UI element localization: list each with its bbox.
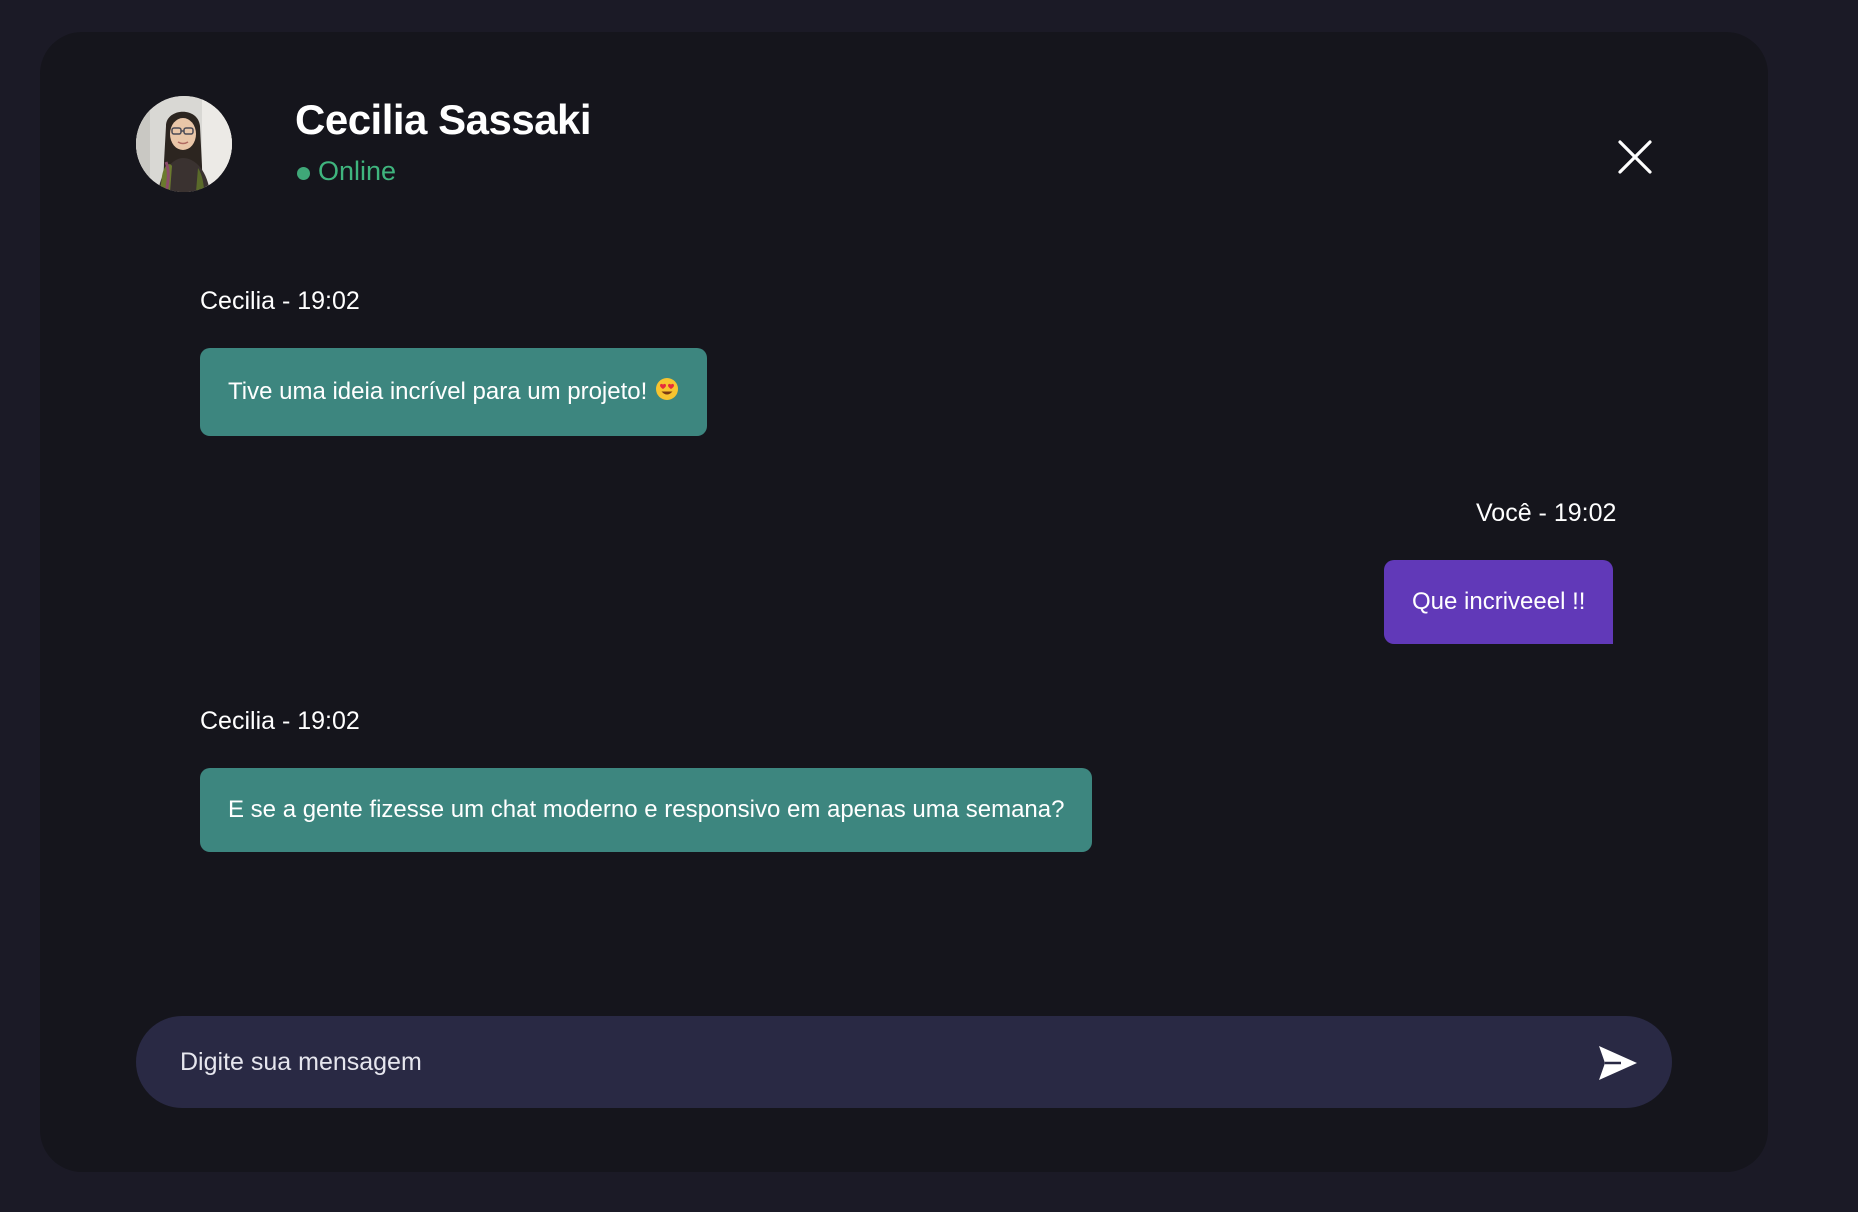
chat-header: Cecilia Sassaki Online <box>40 32 1768 232</box>
message-text: E se a gente fizesse um chat moderno e r… <box>228 796 1065 823</box>
send-button[interactable] <box>1588 1038 1648 1088</box>
avatar <box>136 96 232 192</box>
heart-eyes-emoji-icon <box>655 377 679 408</box>
message-bubble: Tive uma ideia incrível para um projeto! <box>200 348 708 436</box>
close-icon <box>1618 140 1652 174</box>
status-label: Online <box>318 156 397 186</box>
avatar-photo <box>136 96 232 192</box>
contact-name: Cecilia Sassaki <box>295 96 592 143</box>
message-composer <box>136 1016 1672 1108</box>
online-status-dot-icon <box>297 166 310 180</box>
close-button[interactable] <box>1600 122 1670 192</box>
message-bubble: E se a gente fizesse um chat moderno e r… <box>200 768 1093 852</box>
message-text: Que incriveeel !! <box>1412 588 1586 615</box>
message-meta: Cecilia - 19:02 <box>200 707 360 735</box>
send-icon <box>1599 1046 1637 1080</box>
message-input[interactable] <box>180 1016 1520 1108</box>
message-text: Tive uma ideia incrível para um projeto! <box>228 378 648 405</box>
message-meta: Você - 19:02 <box>1476 499 1617 527</box>
message-bubble: Que incriveeel !! <box>1384 560 1614 644</box>
presence-status: Online <box>297 156 396 187</box>
message-meta: Cecilia - 19:02 <box>200 287 360 315</box>
chat-window: Cecilia Sassaki Online Cecilia - 19:02 T… <box>40 32 1768 1172</box>
